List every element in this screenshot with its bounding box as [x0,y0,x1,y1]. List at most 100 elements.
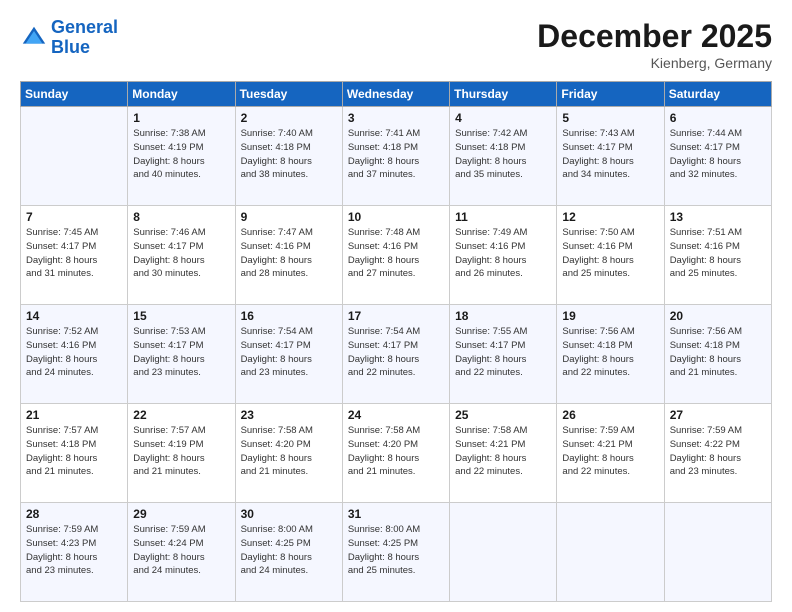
day-number: 14 [26,309,122,323]
day-number: 30 [241,507,337,521]
day-number: 18 [455,309,551,323]
table-row: 31 Sunrise: 8:00 AMSunset: 4:25 PMDayligh… [342,503,449,602]
day-info: Sunrise: 7:58 AMSunset: 4:21 PMDaylight:… [455,424,551,479]
day-number: 1 [133,111,229,125]
table-row: 16 Sunrise: 7:54 AMSunset: 4:17 PMDayligh… [235,305,342,404]
day-number: 26 [562,408,658,422]
day-info: Sunrise: 7:53 AMSunset: 4:17 PMDaylight:… [133,325,229,380]
logo: General Blue [20,18,118,58]
table-row: 27Sunrise: 7:59 AMSunset: 4:22 PMDayligh… [664,404,771,503]
col-saturday: Saturday [664,82,771,107]
day-number: 22 [133,408,229,422]
table-row [664,503,771,602]
header: General Blue December 2025 Kienberg, Ger… [20,18,772,71]
day-info: Sunrise: 7:59 AMSunset: 4:23 PMDaylight:… [26,523,122,578]
day-number: 13 [670,210,766,224]
day-info: Sunrise: 7:44 AMSunset: 4:17 PMDaylight:… [670,127,766,182]
calendar-week-row: 21Sunrise: 7:57 AMSunset: 4:18 PMDayligh… [21,404,772,503]
day-info: Sunrise: 8:00 AMSunset: 4:25 PMDaylight:… [348,523,444,578]
day-number: 6 [670,111,766,125]
day-info: Sunrise: 7:40 AMSunset: 4:18 PMDaylight:… [241,127,337,182]
day-number: 15 [133,309,229,323]
table-row: 12 Sunrise: 7:50 AMSunset: 4:16 PMDayligh… [557,206,664,305]
table-row: 22 Sunrise: 7:57 AMSunset: 4:19 PMDayligh… [128,404,235,503]
day-number: 10 [348,210,444,224]
day-info: Sunrise: 7:55 AMSunset: 4:17 PMDaylight:… [455,325,551,380]
day-number: 29 [133,507,229,521]
table-row: 30Sunrise: 8:00 AMSunset: 4:25 PMDayligh… [235,503,342,602]
table-row: 13 Sunrise: 7:51 AMSunset: 4:16 PMDayligh… [664,206,771,305]
table-row: 9 Sunrise: 7:47 AMSunset: 4:16 PMDaylight… [235,206,342,305]
col-thursday: Thursday [450,82,557,107]
table-row: 15 Sunrise: 7:53 AMSunset: 4:17 PMDayligh… [128,305,235,404]
table-row: 25 Sunrise: 7:58 AMSunset: 4:21 PMDayligh… [450,404,557,503]
day-number: 24 [348,408,444,422]
day-info: Sunrise: 7:42 AMSunset: 4:18 PMDaylight:… [455,127,551,182]
table-row: 24Sunrise: 7:58 AMSunset: 4:20 PMDayligh… [342,404,449,503]
day-number: 19 [562,309,658,323]
day-info: Sunrise: 7:41 AMSunset: 4:18 PMDaylight:… [348,127,444,182]
table-row: 4 Sunrise: 7:42 AMSunset: 4:18 PMDaylight… [450,107,557,206]
logo-text: General Blue [51,18,118,58]
title-block: December 2025 Kienberg, Germany [537,18,772,71]
table-row [557,503,664,602]
table-row: 1 Sunrise: 7:38 AMSunset: 4:19 PMDaylight… [128,107,235,206]
day-info: Sunrise: 7:59 AMSunset: 4:21 PMDaylight:… [562,424,658,479]
day-info: Sunrise: 7:50 AMSunset: 4:16 PMDaylight:… [562,226,658,281]
table-row [450,503,557,602]
page: General Blue December 2025 Kienberg, Ger… [0,0,792,612]
month-title: December 2025 [537,18,772,55]
day-number: 4 [455,111,551,125]
day-info: Sunrise: 7:54 AMSunset: 4:17 PMDaylight:… [348,325,444,380]
table-row: 6 Sunrise: 7:44 AMSunset: 4:17 PMDaylight… [664,107,771,206]
day-info: Sunrise: 7:51 AMSunset: 4:16 PMDaylight:… [670,226,766,281]
day-info: Sunrise: 7:38 AMSunset: 4:19 PMDaylight:… [133,127,229,182]
day-info: Sunrise: 7:47 AMSunset: 4:16 PMDaylight:… [241,226,337,281]
day-number: 3 [348,111,444,125]
day-info: Sunrise: 7:48 AMSunset: 4:16 PMDaylight:… [348,226,444,281]
calendar-week-row: 28Sunrise: 7:59 AMSunset: 4:23 PMDayligh… [21,503,772,602]
table-row: 29 Sunrise: 7:59 AMSunset: 4:24 PMDayligh… [128,503,235,602]
day-info: Sunrise: 7:56 AMSunset: 4:18 PMDaylight:… [562,325,658,380]
day-info: Sunrise: 7:52 AMSunset: 4:16 PMDaylight:… [26,325,122,380]
day-number: 12 [562,210,658,224]
table-row [21,107,128,206]
calendar-header-row: Sunday Monday Tuesday Wednesday Thursday… [21,82,772,107]
day-number: 11 [455,210,551,224]
calendar-week-row: 7Sunrise: 7:45 AMSunset: 4:17 PMDaylight… [21,206,772,305]
calendar-week-row: 1 Sunrise: 7:38 AMSunset: 4:19 PMDaylight… [21,107,772,206]
logo-line1: General [51,17,118,37]
day-number: 25 [455,408,551,422]
table-row: 11 Sunrise: 7:49 AMSunset: 4:16 PMDayligh… [450,206,557,305]
day-info: Sunrise: 7:45 AMSunset: 4:17 PMDaylight:… [26,226,122,281]
day-number: 16 [241,309,337,323]
day-number: 9 [241,210,337,224]
table-row: 7Sunrise: 7:45 AMSunset: 4:17 PMDaylight… [21,206,128,305]
day-info: Sunrise: 7:57 AMSunset: 4:19 PMDaylight:… [133,424,229,479]
table-row: 14 Sunrise: 7:52 AMSunset: 4:16 PMDayligh… [21,305,128,404]
table-row: 18 Sunrise: 7:55 AMSunset: 4:17 PMDayligh… [450,305,557,404]
calendar-week-row: 14 Sunrise: 7:52 AMSunset: 4:16 PMDayligh… [21,305,772,404]
table-row: 26 Sunrise: 7:59 AMSunset: 4:21 PMDayligh… [557,404,664,503]
day-number: 31 [348,507,444,521]
day-info: Sunrise: 7:49 AMSunset: 4:16 PMDaylight:… [455,226,551,281]
day-number: 2 [241,111,337,125]
day-number: 5 [562,111,658,125]
table-row: 28Sunrise: 7:59 AMSunset: 4:23 PMDayligh… [21,503,128,602]
table-row: 19 Sunrise: 7:56 AMSunset: 4:18 PMDayligh… [557,305,664,404]
col-tuesday: Tuesday [235,82,342,107]
table-row: 10 Sunrise: 7:48 AMSunset: 4:16 PMDayligh… [342,206,449,305]
day-number: 23 [241,408,337,422]
col-monday: Monday [128,82,235,107]
table-row: 5Sunrise: 7:43 AMSunset: 4:17 PMDaylight… [557,107,664,206]
day-number: 20 [670,309,766,323]
table-row: 20Sunrise: 7:56 AMSunset: 4:18 PMDayligh… [664,305,771,404]
table-row: 17 Sunrise: 7:54 AMSunset: 4:17 PMDayligh… [342,305,449,404]
day-info: Sunrise: 7:54 AMSunset: 4:17 PMDaylight:… [241,325,337,380]
day-info: Sunrise: 7:59 AMSunset: 4:24 PMDaylight:… [133,523,229,578]
table-row: 3 Sunrise: 7:41 AMSunset: 4:18 PMDaylight… [342,107,449,206]
day-info: Sunrise: 7:57 AMSunset: 4:18 PMDaylight:… [26,424,122,479]
day-number: 17 [348,309,444,323]
table-row: 23Sunrise: 7:58 AMSunset: 4:20 PMDayligh… [235,404,342,503]
table-row: 8Sunrise: 7:46 AMSunset: 4:17 PMDaylight… [128,206,235,305]
